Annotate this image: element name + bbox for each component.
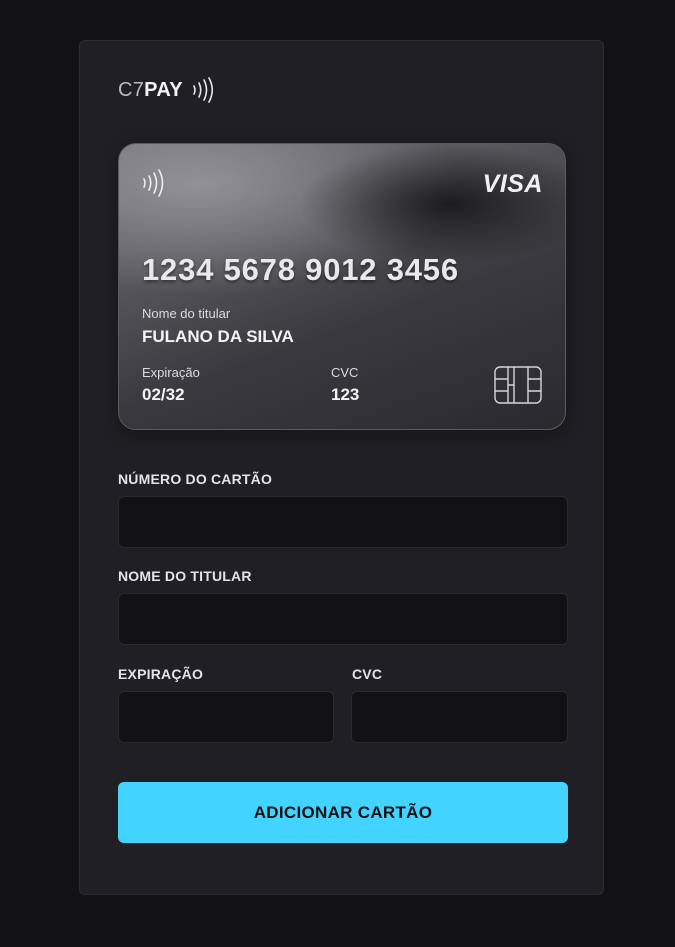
cvc-label: CVC xyxy=(352,666,383,682)
chip-icon xyxy=(494,366,542,404)
add-card-panel: C7 PAY VISA 1234 5678 9012 3456 Nome do t… xyxy=(79,40,604,895)
cvc-input[interactable] xyxy=(351,691,568,743)
card-holder-name: FULANO DA SILVA xyxy=(142,327,294,346)
app-logo: C7 PAY xyxy=(118,77,215,103)
card-number-display: 1234 5678 9012 3456 xyxy=(142,252,459,287)
card-cvc-label: CVC xyxy=(331,365,359,380)
holder-name-input[interactable] xyxy=(118,593,568,645)
card-expiry-value: 02/32 xyxy=(142,385,185,404)
contactless-icon xyxy=(143,169,164,197)
card-number-label: NÚMERO DO CARTÃO xyxy=(118,471,273,487)
expiry-input[interactable] xyxy=(118,691,334,743)
add-card-button[interactable]: ADICIONAR CARTÃO xyxy=(118,782,568,843)
logo-suffix: PAY xyxy=(144,78,183,101)
card-preview: VISA 1234 5678 9012 3456 Nome do titular… xyxy=(118,143,566,430)
card-expiry-label: Expiração xyxy=(142,365,200,380)
contactless-icon xyxy=(193,77,213,103)
expiry-label: EXPIRAÇÃO xyxy=(118,666,204,682)
logo-prefix: C7 xyxy=(118,78,145,101)
card-cvc-value: 123 xyxy=(331,385,360,404)
card-holder-label: Nome do titular xyxy=(142,306,231,321)
card-network-logo: VISA xyxy=(482,170,543,198)
card-number-input[interactable] xyxy=(118,496,568,548)
holder-name-label: NOME DO TITULAR xyxy=(118,568,252,584)
